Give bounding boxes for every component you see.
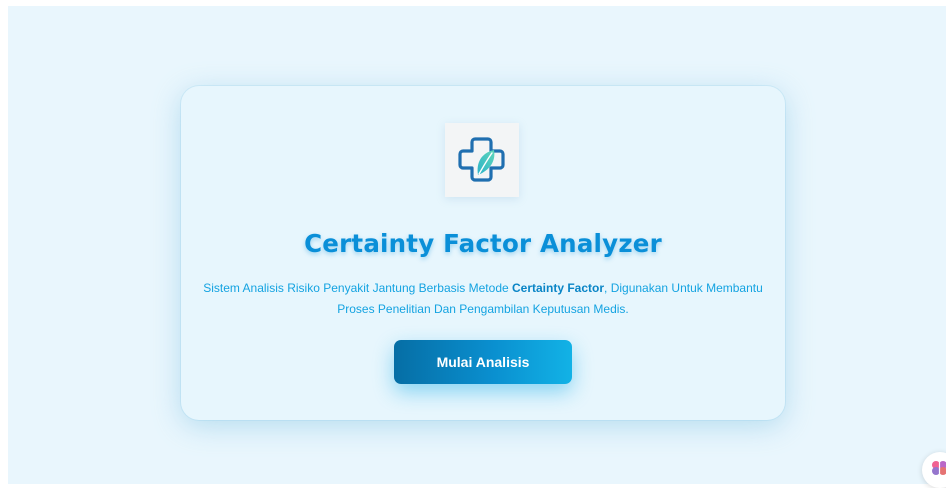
page-background: Certainty Factor Analyzer Sistem Analisi…: [8, 6, 946, 484]
hero-card: Certainty Factor Analyzer Sistem Analisi…: [181, 86, 785, 420]
app-description: Sistem Analisis Risiko Penyakit Jantung …: [201, 278, 765, 320]
description-highlight: Certainty Factor: [512, 281, 605, 295]
brain-icon: [932, 461, 946, 475]
description-text-start: Sistem Analisis Risiko Penyakit Jantung …: [203, 281, 512, 295]
medical-cross-leaf-icon: [458, 137, 505, 182]
start-analysis-button[interactable]: Mulai Analisis: [394, 340, 572, 384]
logo: [445, 123, 519, 197]
app-title: Certainty Factor Analyzer: [304, 229, 662, 258]
